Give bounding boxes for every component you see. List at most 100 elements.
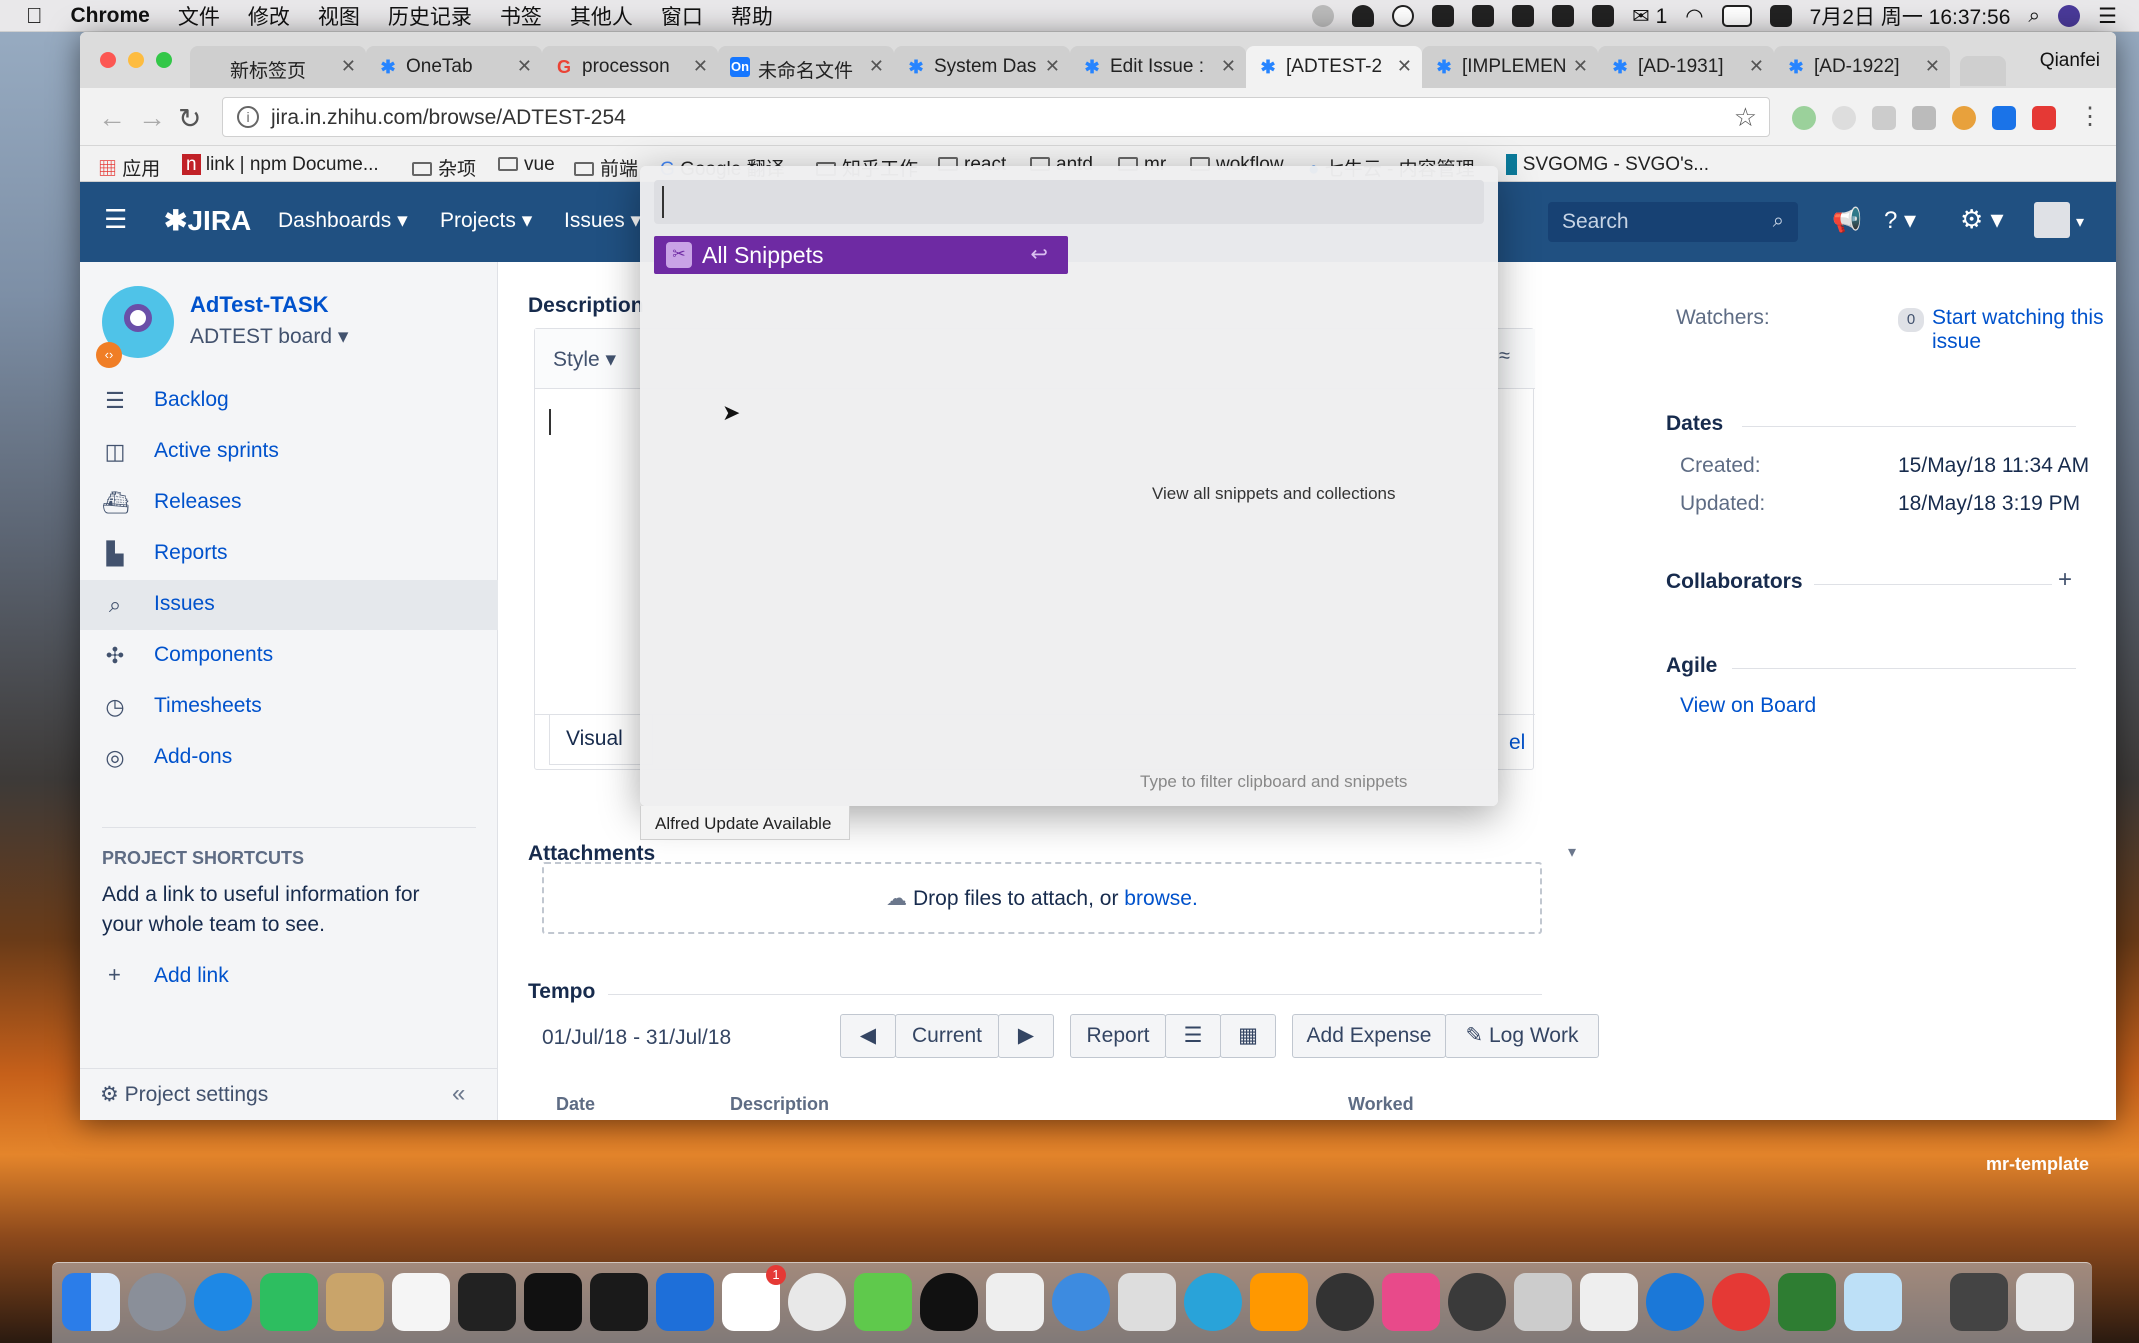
add-link[interactable]: Add link [154,964,229,988]
col-date[interactable]: Date [556,1094,595,1115]
chrome-menu-icon[interactable]: ⋮ [2078,102,2102,131]
calendar-icon[interactable] [392,1273,450,1331]
sidebar-item-components[interactable]: ✣ Components [80,631,498,681]
plus-icon[interactable]: + [108,962,121,988]
browse-link[interactable]: browse. [1124,887,1198,910]
tab-close-icon[interactable]: ✕ [1749,56,1764,77]
alfred-menubar-icon[interactable] [1392,5,1415,27]
tab-visual[interactable]: Visual [549,715,653,765]
safari-icon[interactable] [194,1273,252,1331]
screen-record-icon[interactable] [1580,1273,1638,1331]
tab-unnamed-file[interactable]: On ✕ 未命名文件 [718,46,894,88]
collapse-toolbar-icon[interactable]: ≈ [1499,345,1510,368]
settings-icon[interactable] [1448,1273,1506,1331]
screen-icon[interactable] [1472,5,1495,27]
extension-icon[interactable] [1872,106,1896,130]
bookmark-svgomg[interactable]: ■ SVGOMG - SVGO's... [1506,154,1709,176]
preview-icon[interactable] [326,1273,384,1331]
add-collaborator-icon[interactable]: + [2058,566,2072,594]
tab-close-icon[interactable]: ✕ [1925,56,1940,77]
style-dropdown[interactable]: Style ▾ [553,347,616,372]
tab-newtab[interactable]: ✕ 新标签页 [190,46,366,88]
minimize-window-button[interactable] [128,52,144,68]
bookmark-folder-misc[interactable]: 杂项 [412,154,476,181]
grid-view-icon[interactable]: ▦ [1220,1014,1276,1058]
sidebar-item-timesheets[interactable]: ◷ Timesheets [80,682,498,732]
wechat-icon[interactable] [854,1273,912,1331]
qq-icon[interactable] [920,1273,978,1331]
start-watching-link[interactable]: Start watching this issue [1932,306,2116,354]
tab-edit-issue[interactable]: ✱ ✕ Edit Issue : [1070,46,1246,88]
bookmark-star-icon[interactable]: ☆ [1734,102,1757,133]
col-description[interactable]: Description [730,1094,829,1115]
gear-icon[interactable]: ⚙ ▾ [1960,204,2004,235]
siri-icon[interactable] [2058,5,2081,27]
project-settings[interactable]: ⚙ Project settings [100,1082,268,1107]
menu-history[interactable]: 历史记录 [388,1,472,31]
quicktime-icon[interactable] [1646,1273,1704,1331]
bookmark-apps[interactable]: ▦ 应用 [98,154,160,181]
menu-bookmarks[interactable]: 书签 [500,1,542,31]
tempo-prev-button[interactable]: ◀ [840,1014,896,1058]
tab-close-icon[interactable]: ✕ [341,56,356,77]
numbers-icon[interactable] [1778,1273,1836,1331]
cookie-extension-icon[interactable] [1952,106,1976,130]
tab-close-icon[interactable]: ✕ [869,56,884,77]
chevron-down-icon[interactable]: ▾ [2076,212,2084,232]
evernote-icon[interactable] [260,1273,318,1331]
sidebar-item-active-sprints[interactable]: ◫ Active sprints [80,427,498,477]
spotlight-icon[interactable]: ⌕ [2028,4,2040,28]
record-status-icon[interactable] [1312,5,1335,27]
tab-onetab[interactable]: ✱ ✕ OneTab [366,46,542,88]
forward-icon[interactable]: → [138,102,166,134]
terminal-icon[interactable] [458,1273,516,1331]
tab-implement[interactable]: ✱ ✕ [IMPLEMEN [1422,46,1598,88]
app-store-icon[interactable] [1052,1273,1110,1331]
megaphone-icon[interactable]: 📢 [1832,206,1862,235]
reload-icon[interactable]: ↻ [178,102,201,135]
close-app-icon[interactable] [1712,1273,1770,1331]
project-name[interactable]: AdTest-TASK [190,292,329,318]
tab-close-icon[interactable]: ✕ [1573,56,1588,77]
sidebar-item-backlog[interactable]: ☰ Backlog [80,376,498,426]
tab-close-icon[interactable]: ✕ [517,56,532,77]
view-on-board-link[interactable]: View on Board [1680,694,1816,718]
col-worked[interactable]: Worked [1348,1094,1414,1115]
menu-help[interactable]: 帮助 [731,1,773,31]
attachment-dropzone[interactable]: ☁ Drop files to attach, or browse. [542,862,1542,934]
sidebar-item-addons[interactable]: ◎ Add-ons [80,733,498,783]
bookmark-folder-vue[interactable]: vue [498,154,555,176]
jira-search-input[interactable]: Search ⌕ [1548,202,1798,242]
tempo-next-button[interactable]: ▶ [998,1014,1054,1058]
battery-icon[interactable] [1721,5,1752,27]
alfred-result-all-snippets[interactable]: ✂ All Snippets ↩ [654,236,1068,274]
avatar[interactable] [2034,202,2070,238]
chevron-down-icon[interactable]: ▾ [1568,842,1576,862]
tab-close-icon[interactable]: ✕ [1221,56,1236,77]
extension-icon[interactable] [2032,106,2056,130]
menu-people[interactable]: 其他人 [570,1,633,31]
menu-window[interactable]: 窗口 [661,1,703,31]
trash-icon[interactable] [2016,1273,2074,1331]
sidebar-item-releases[interactable]: ⛴ Releases [80,478,498,528]
back-icon[interactable]: ← [98,102,126,134]
zoom-window-button[interactable] [156,52,172,68]
extension-icon[interactable] [1792,106,1816,130]
info-icon[interactable]: i [237,106,259,128]
bookmark-npm[interactable]: n link | npm Docume... [182,154,379,176]
profile-name[interactable]: Qianfei [2040,50,2100,72]
extension-icon[interactable] [1992,106,2016,130]
new-tab-button[interactable] [1960,56,2006,86]
close-window-button[interactable] [100,52,116,68]
input-method-icon[interactable] [1592,5,1615,27]
sidebar-item-reports[interactable]: ▙ Reports [80,529,498,579]
tab-close-icon[interactable]: ✕ [1397,56,1412,77]
notification-center-icon[interactable]: ☰ [2098,4,2117,29]
nav-issues[interactable]: Issues ▾ [564,208,641,233]
tab-adtest-active[interactable]: ✱ ✕ [ADTEST-2 [1246,46,1422,88]
tab-processon[interactable]: G ✕ processon [542,46,718,88]
help-icon[interactable]: ? ▾ [1884,206,1916,235]
s-icon[interactable] [1769,5,1792,27]
tab-ad-1931[interactable]: ✱ ✕ [AD-1931] [1598,46,1774,88]
apple-icon[interactable]:  [26,3,43,29]
